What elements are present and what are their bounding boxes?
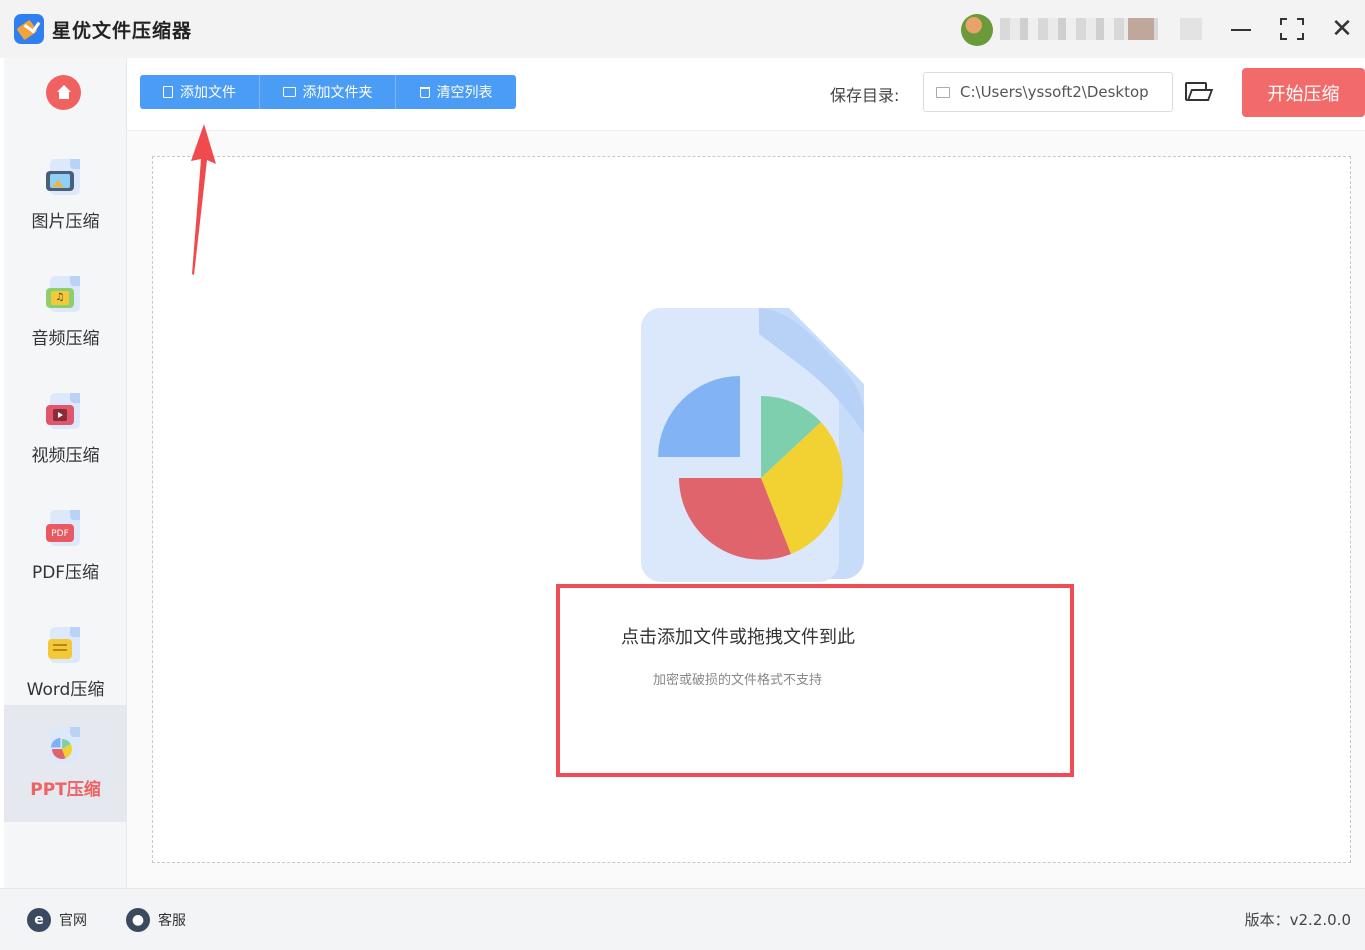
app-logo-icon (14, 14, 44, 44)
menu-icon[interactable] (1180, 18, 1202, 40)
clear-list-button[interactable]: 清空列表 (396, 75, 516, 109)
video-icon (46, 393, 82, 429)
ppt-icon (46, 727, 82, 763)
sidebar-item-audio[interactable]: ♫ 音频压缩 (4, 254, 127, 371)
ppt-file-illustration-icon (641, 308, 864, 582)
sidebar-item-label: Word压缩 (26, 680, 105, 700)
file-button-group: 添加文件 添加文件夹 清空列表 (140, 75, 516, 109)
sidebar-item-pdf[interactable]: PDF PDF压缩 (4, 488, 127, 605)
ie-icon: e (27, 908, 51, 932)
chat-icon: ● (126, 908, 150, 932)
support-link[interactable]: ● 客服 (126, 908, 186, 932)
username-redacted (1000, 18, 1158, 40)
folder-icon (282, 87, 296, 97)
sidebar-item-image[interactable]: 图片压缩 (4, 137, 127, 254)
toolbar: 添加文件 添加文件夹 清空列表 保存目录: C:\Users\yssoft2\D… (127, 58, 1365, 131)
browse-folder-icon[interactable] (1185, 82, 1214, 102)
footer: e 官网 ● 客服 版本：v2.2.0.0 (0, 888, 1365, 950)
sidebar-item-ppt[interactable]: PPT压缩 (4, 705, 127, 822)
save-dir-value: C:\Users\yssoft2\Desktop (960, 83, 1149, 101)
save-dir-label: 保存目录: (830, 86, 900, 105)
add-folder-button[interactable]: 添加文件夹 (260, 75, 396, 109)
save-dir-field[interactable]: C:\Users\yssoft2\Desktop (923, 72, 1173, 112)
sidebar-item-label: PPT压缩 (30, 780, 101, 800)
app-title: 星优文件压缩器 (52, 20, 193, 42)
highlight-frame (556, 584, 1074, 777)
folder-icon (936, 86, 950, 98)
title-bar: 星优文件压缩器 ✕ (0, 0, 1365, 58)
sidebar-item-label: 视频压缩 (31, 446, 100, 466)
minimize-button[interactable] (1227, 14, 1257, 44)
maximize-button[interactable] (1277, 14, 1307, 44)
sidebar-item-video[interactable]: 视频压缩 (4, 371, 127, 488)
word-icon (46, 627, 82, 663)
audio-icon: ♫ (46, 276, 82, 312)
sidebar: 图片压缩 ♫ 音频压缩 视频压缩 PDF PDF压缩 Word压缩 PPT压缩 (4, 58, 127, 888)
start-compress-button[interactable]: 开始压缩 (1242, 68, 1365, 117)
sidebar-item-label: 图片压缩 (31, 212, 100, 232)
website-link[interactable]: e 官网 (27, 908, 87, 932)
image-icon (46, 159, 82, 195)
user-avatar[interactable] (961, 14, 993, 46)
sidebar-item-label: PDF压缩 (31, 563, 100, 583)
version-label: 版本：v2.2.0.0 (1244, 911, 1351, 929)
pdf-icon: PDF (46, 510, 82, 546)
add-file-button[interactable]: 添加文件 (140, 75, 260, 109)
close-button[interactable]: ✕ (1327, 14, 1357, 44)
sidebar-item-label: 音频压缩 (31, 329, 100, 349)
annotation-arrow-icon (191, 124, 216, 275)
file-icon (163, 86, 173, 98)
home-button[interactable] (46, 75, 81, 110)
trash-icon (419, 86, 430, 98)
